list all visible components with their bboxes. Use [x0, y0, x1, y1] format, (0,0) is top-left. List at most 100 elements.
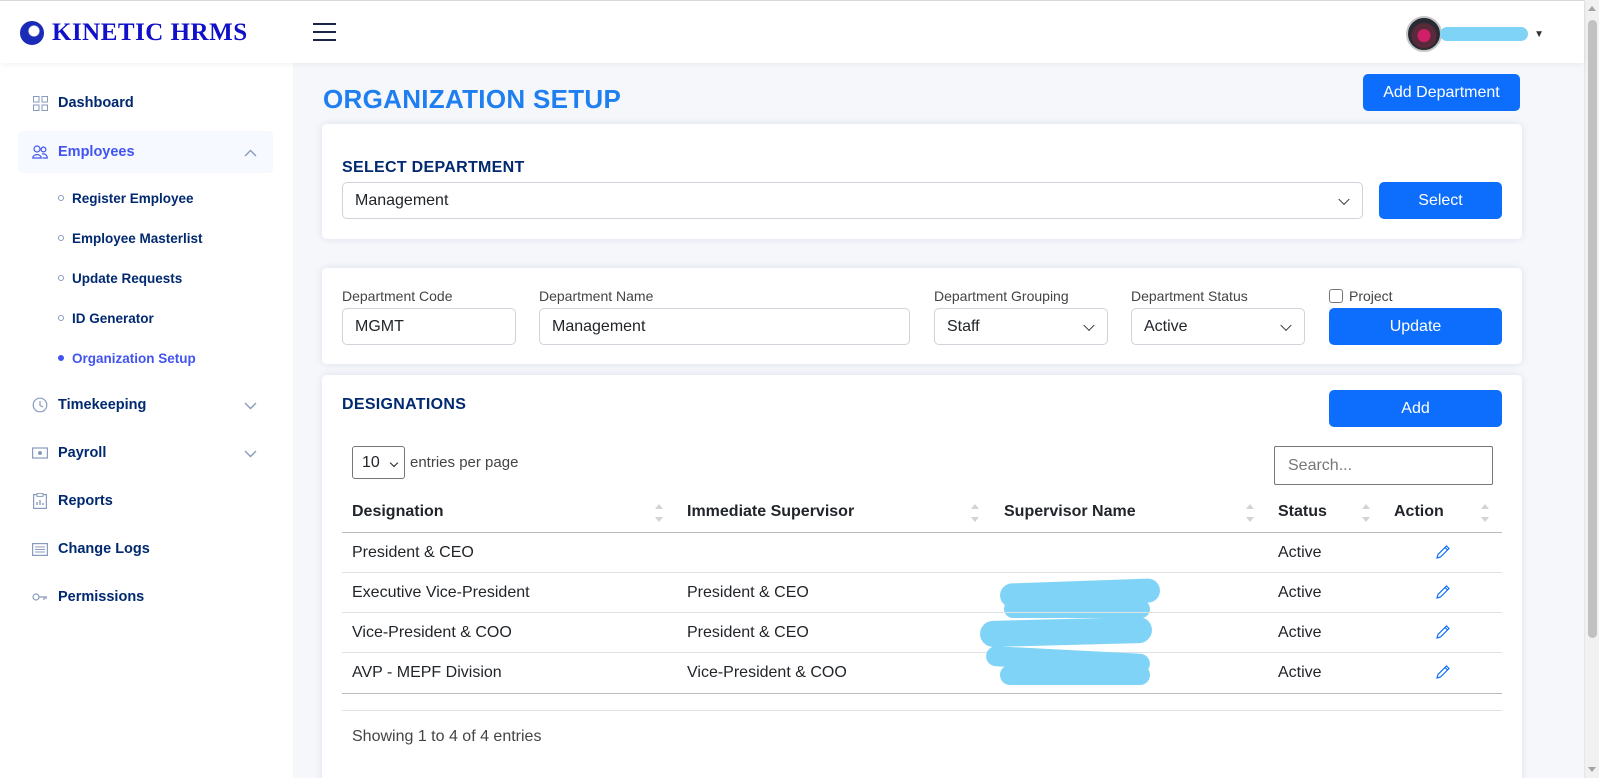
sort-icon[interactable]	[971, 504, 979, 524]
hamburger-menu-icon[interactable]	[313, 23, 336, 42]
select-button[interactable]: Select	[1379, 182, 1502, 219]
entries-per-page-value: 10	[362, 453, 380, 471]
status-cell: Active	[1278, 624, 1322, 641]
row-divider	[342, 612, 1502, 613]
supervisor-cell: President & CEO	[687, 624, 809, 641]
sidebar-item-label: Reports	[58, 493, 113, 509]
department-select[interactable]: Management	[342, 182, 1363, 219]
sort-icon[interactable]	[1362, 504, 1370, 524]
sidebar-subitem-employee-masterlist[interactable]: Employee Masterlist	[58, 228, 203, 248]
row-divider	[342, 652, 1502, 653]
project-checkbox[interactable]	[1329, 289, 1343, 303]
chevron-down-icon	[244, 446, 257, 461]
sort-icon[interactable]	[1481, 504, 1489, 524]
grid-icon	[32, 95, 48, 111]
status-cell: Active	[1278, 544, 1322, 561]
status-cell: Active	[1278, 664, 1322, 681]
sidebar-item-label: Permissions	[58, 589, 145, 605]
designation-cell: President & CEO	[352, 544, 474, 561]
sort-icon[interactable]	[655, 504, 663, 524]
department-name-label: Department Name	[539, 288, 654, 304]
table-header-divider	[342, 532, 1502, 533]
table-info-text: Showing 1 to 4 of 4 entries	[352, 728, 542, 745]
bullet-icon	[58, 195, 64, 201]
scroll-down-arrow-icon[interactable]	[1588, 767, 1596, 772]
chevron-down-icon	[1280, 319, 1292, 331]
department-code-field[interactable]: MGMT	[342, 308, 516, 345]
column-header-immediate-supervisor[interactable]: Immediate Supervisor	[687, 503, 854, 521]
search-input[interactable]: Search...	[1274, 446, 1493, 485]
page-title: ORGANIZATION SETUP	[323, 84, 622, 114]
row-divider	[342, 693, 1502, 694]
scroll-up-arrow-icon[interactable]	[1588, 6, 1596, 11]
department-name-field[interactable]: Management	[539, 308, 910, 345]
sidebar-item-label: Dashboard	[58, 95, 134, 111]
sidebar-item-payroll[interactable]: Payroll	[18, 432, 273, 474]
sidebar-item-label: Timekeeping	[58, 397, 147, 413]
edit-pencil-icon[interactable]	[1435, 624, 1451, 640]
cash-icon	[32, 445, 48, 461]
sidebar-subitem-organization-setup[interactable]: Organization Setup	[58, 348, 196, 368]
sidebar-subitem-register-employee[interactable]: Register Employee	[58, 188, 194, 208]
column-header-action[interactable]: Action	[1394, 503, 1444, 521]
app-logo[interactable]: KINETIC HRMS	[20, 19, 248, 47]
select-department-title: SELECT DEPARTMENT	[342, 159, 525, 176]
department-select-value: Management	[355, 191, 449, 209]
department-code-value: MGMT	[355, 317, 404, 335]
scrollbar-thumb[interactable]	[1588, 20, 1597, 638]
bullet-icon	[58, 315, 64, 321]
project-label: Project	[1349, 288, 1393, 304]
supervisor-name-redacted	[1000, 665, 1150, 685]
supervisor-cell: Vice-President & COO	[687, 664, 847, 681]
update-button[interactable]: Update	[1329, 308, 1502, 345]
sidebar-item-reports[interactable]: Reports	[18, 480, 273, 522]
department-status-value: Active	[1144, 317, 1188, 335]
clipboard-icon	[32, 493, 48, 509]
row-divider	[342, 572, 1502, 573]
sidebar-item-label: Employees	[58, 144, 135, 160]
column-header-supervisor-name[interactable]: Supervisor Name	[1004, 503, 1136, 521]
designation-cell: Executive Vice-President	[352, 584, 530, 601]
user-profile-dropdown[interactable]: ▼	[1406, 16, 1544, 52]
department-grouping-select[interactable]: Staff	[934, 308, 1108, 345]
entries-per-page-select[interactable]: 10	[352, 446, 405, 479]
sidebar-subitem-label: Employee Masterlist	[72, 230, 203, 246]
sidebar-item-dashboard[interactable]: Dashboard	[18, 82, 273, 124]
add-designation-button[interactable]: Add	[1329, 390, 1502, 427]
add-department-button[interactable]: Add Department	[1363, 74, 1520, 111]
column-header-designation[interactable]: Designation	[352, 503, 444, 521]
edit-pencil-icon[interactable]	[1435, 664, 1451, 680]
edit-pencil-icon[interactable]	[1435, 584, 1451, 600]
sidebar-item-permissions[interactable]: Permissions	[18, 576, 273, 618]
sidebar-item-label: Payroll	[58, 445, 107, 461]
sidebar-subitem-label: Update Requests	[72, 270, 183, 286]
sidebar-subitem-id-generator[interactable]: ID Generator	[58, 308, 154, 328]
sidebar-item-timekeeping[interactable]: Timekeeping	[18, 384, 273, 426]
sidebar-subitem-update-requests[interactable]: Update Requests	[58, 268, 182, 288]
chevron-down-icon	[1083, 319, 1095, 331]
logo-icon	[20, 21, 44, 45]
sidebar-item-change-logs[interactable]: Change Logs	[18, 528, 273, 570]
supervisor-cell: President & CEO	[687, 584, 809, 601]
department-grouping-value: Staff	[947, 317, 980, 335]
edit-pencil-icon[interactable]	[1435, 544, 1451, 560]
designations-title: DESIGNATIONS	[342, 396, 467, 413]
department-status-label: Department Status	[1131, 288, 1248, 304]
page-scrollbar[interactable]	[1584, 0, 1599, 778]
supervisor-name-redacted	[979, 616, 1153, 648]
search-placeholder: Search...	[1288, 456, 1353, 474]
chevron-down-icon	[389, 458, 399, 468]
sort-icon[interactable]	[1246, 504, 1254, 524]
sidebar-item-label: Change Logs	[58, 541, 150, 557]
department-name-value: Management	[552, 317, 646, 335]
designation-cell: Vice-President & COO	[352, 624, 512, 641]
sidebar-item-employees[interactable]: Employees	[18, 131, 273, 173]
sidebar-subitem-label: Organization Setup	[72, 350, 196, 366]
bullet-icon	[58, 235, 64, 241]
department-status-select[interactable]: Active	[1131, 308, 1305, 345]
avatar	[1406, 16, 1443, 52]
entries-per-page-label: entries per page	[410, 454, 519, 471]
designations-card	[322, 375, 1522, 778]
chevron-down-icon	[1338, 193, 1350, 205]
column-header-status[interactable]: Status	[1278, 503, 1327, 521]
